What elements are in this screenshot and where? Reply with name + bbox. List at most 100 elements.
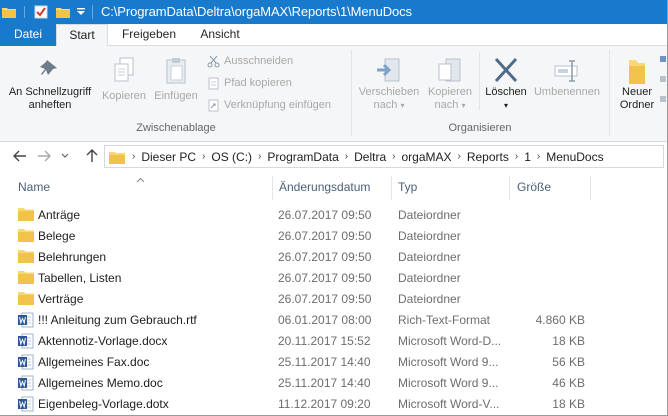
breadcrumb-chevron-icon[interactable]: › <box>455 151 464 162</box>
copy-button[interactable]: Kopieren <box>100 56 148 103</box>
file-date: 25.11.2017 14:40 <box>278 376 371 390</box>
file-date: 11.12.2017 09:20 <box>278 397 371 411</box>
tab-view[interactable]: Ansicht <box>190 24 250 46</box>
file-name: Tabellen, Listen <box>38 271 122 285</box>
new-folder-label-line2: Ordner <box>619 99 655 111</box>
file-type: Dateiordner <box>398 250 461 264</box>
navigation-bar: › Dieser PC › OS (C:) › ProgramData › De… <box>0 142 667 170</box>
pin-quick-access-button[interactable]: An Schnellzugriff anheften <box>4 56 96 112</box>
folder-icon <box>109 150 125 164</box>
up-arrow-icon[interactable] <box>84 148 100 164</box>
file-type: Dateiordner <box>398 208 461 222</box>
folder-icon <box>18 291 34 307</box>
paste-shortcut-label: Verknüpfung einfügen <box>224 99 332 111</box>
breadcrumb-chevron-icon[interactable]: › <box>342 151 351 162</box>
back-arrow-icon[interactable] <box>12 148 28 164</box>
paste-label: Einfügen <box>154 90 198 102</box>
new-folder-icon[interactable] <box>56 3 70 21</box>
cut-button[interactable]: Ausschneiden <box>206 54 293 68</box>
paste-button[interactable]: Einfügen <box>150 56 202 103</box>
column-header-type[interactable]: Typ <box>398 180 417 194</box>
ribbon-overflow-items[interactable] <box>659 54 667 114</box>
file-name: Belehrungen <box>38 250 107 264</box>
customize-toolbar-chevron-icon[interactable] <box>75 3 87 21</box>
paste-shortcut-button[interactable]: Verknüpfung einfügen <box>206 98 331 112</box>
breadcrumb-chevron-icon[interactable]: › <box>512 151 521 162</box>
column-divider[interactable] <box>391 176 392 200</box>
column-divider[interactable] <box>509 176 510 200</box>
move-to-icon <box>375 56 403 86</box>
file-row[interactable]: Belehrungen 26.07.2017 09:50 Dateiordner <box>0 247 667 268</box>
breadcrumb-item[interactable]: Dieser PC <box>138 150 199 164</box>
file-row[interactable]: Verträge 26.07.2017 09:50 Dateiordner <box>0 289 667 310</box>
file-date: 25.11.2017 14:40 <box>278 355 371 369</box>
file-type: Rich-Text-Format <box>398 313 491 327</box>
move-to-button[interactable]: Verschieben nach ▾ <box>356 56 422 112</box>
rename-button[interactable]: Umbenennen <box>530 56 604 99</box>
file-row[interactable]: Anträge 26.07.2017 09:50 Dateiordner <box>0 205 667 226</box>
file-type: Dateiordner <box>398 271 461 285</box>
sort-ascending-icon <box>136 172 145 183</box>
file-date: 26.07.2017 09:50 <box>278 250 372 264</box>
properties-icon[interactable] <box>33 3 49 21</box>
breadcrumb-chevron-icon[interactable]: › <box>129 151 138 162</box>
breadcrumb-item[interactable]: Deltra <box>351 150 389 164</box>
file-type: Dateiordner <box>398 292 461 306</box>
toolbar-separator <box>22 3 26 21</box>
tab-start[interactable]: Start <box>56 24 108 47</box>
folder-icon <box>18 270 34 286</box>
new-folder-button[interactable]: Neuer Ordner <box>612 56 662 112</box>
file-list: Name Änderungsdatum Typ Größe Anträge 26.… <box>0 170 667 415</box>
copy-icon <box>111 56 137 86</box>
move-to-label-line1: Verschieben <box>358 86 420 98</box>
breadcrumb-item[interactable]: 1 <box>521 150 534 164</box>
file-row[interactable]: Eigenbeleg-Vorlage.dotx 11.12.2017 09:20 M… <box>0 394 667 415</box>
copy-to-label-line1: Kopieren <box>427 86 473 98</box>
file-name: Allgemeines Fax.doc <box>38 355 150 369</box>
breadcrumb-item[interactable]: ProgramData <box>264 150 341 164</box>
column-header-date[interactable]: Änderungsdatum <box>279 180 370 194</box>
file-row[interactable]: Tabellen, Listen 26.07.2017 09:50 Dateiord… <box>0 268 667 289</box>
folder-icon <box>18 207 34 223</box>
file-size: 4.860 KB <box>535 313 585 327</box>
delete-button[interactable]: Löschen ▾ <box>482 56 530 112</box>
copy-to-button[interactable]: Kopieren nach ▾ <box>422 56 478 112</box>
breadcrumb-item[interactable]: orgaMAX <box>398 150 454 164</box>
address-bar[interactable]: › Dieser PC › OS (C:) › ProgramData › De… <box>104 145 664 168</box>
copy-path-button[interactable]: Pfad kopieren <box>206 76 292 90</box>
word-icon <box>18 354 34 370</box>
copy-path-icon <box>206 76 220 90</box>
column-header-name[interactable]: Name <box>18 180 50 194</box>
chevron-down-icon: ▾ <box>400 101 405 110</box>
breadcrumb-chevron-icon[interactable]: › <box>389 151 398 162</box>
file-date: 26.07.2017 09:50 <box>278 292 372 306</box>
file-type: Microsoft Word 9... <box>398 376 499 390</box>
breadcrumb-item[interactable]: MenuDocs <box>543 150 606 164</box>
tab-share[interactable]: Freigeben <box>113 24 185 46</box>
file-row[interactable]: Belege 26.07.2017 09:50 Dateiordner <box>0 226 667 247</box>
file-name: Allgemeines Memo.doc <box>38 376 163 390</box>
folder-icon <box>18 228 34 244</box>
file-row[interactable]: Allgemeines Fax.doc 25.11.2017 14:40 Micro… <box>0 352 667 373</box>
scissors-icon <box>206 54 220 68</box>
breadcrumb-chevron-icon[interactable]: › <box>255 151 264 162</box>
recent-locations-chevron-icon[interactable] <box>60 148 70 164</box>
column-divider[interactable] <box>590 176 591 200</box>
file-row[interactable]: Allgemeines Memo.doc 25.11.2017 14:40 Micr… <box>0 373 667 394</box>
file-row[interactable]: !!! Anleitung zum Gebrauch.rtf 06.01.2017… <box>0 310 667 331</box>
forward-arrow-icon[interactable] <box>36 148 52 164</box>
breadcrumb-chevron-icon[interactable]: › <box>199 151 208 162</box>
column-header-size[interactable]: Größe <box>517 180 551 194</box>
breadcrumb-item[interactable]: OS (C:) <box>208 150 255 164</box>
file-row[interactable]: Aktennotiz-Vorlage.docx 20.11.2017 15:52 M… <box>0 331 667 352</box>
word-icon <box>18 312 34 328</box>
folder-icon[interactable] <box>2 3 16 21</box>
file-size: 46 KB <box>552 376 585 390</box>
breadcrumb-chevron-icon[interactable]: › <box>534 151 543 162</box>
tab-file[interactable]: Datei <box>0 24 56 46</box>
organize-group-label: Organisieren <box>448 122 512 134</box>
copy-to-label-line2: nach <box>434 99 459 111</box>
ribbon-start: An Schnellzugriff anheften Kopieren Einf… <box>0 46 667 142</box>
breadcrumb-item[interactable]: Reports <box>464 150 512 164</box>
column-divider[interactable] <box>272 176 273 200</box>
